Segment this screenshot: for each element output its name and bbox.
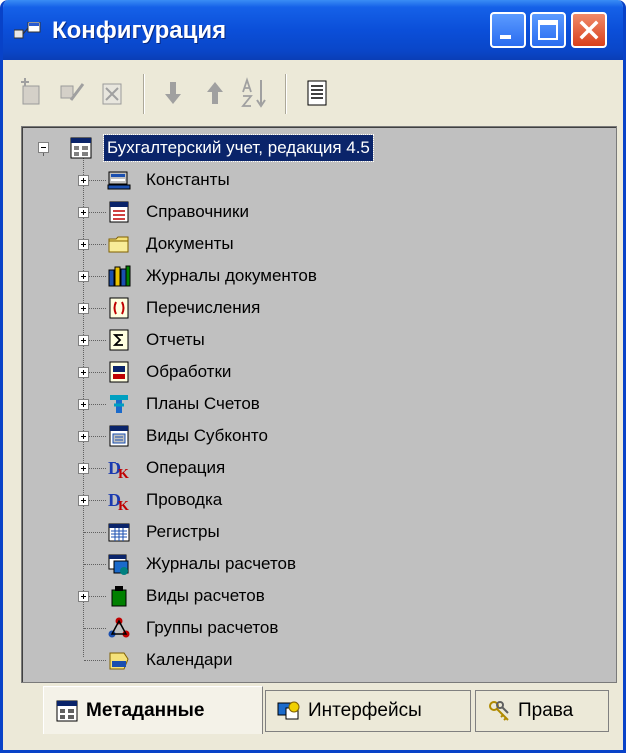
subconto-types-icon xyxy=(109,425,129,447)
tab-rights[interactable]: Права xyxy=(475,690,609,732)
metadata-tree: Бухгалтерский учет, редакция 4.5 Констан… xyxy=(22,127,616,682)
tree-expander[interactable] xyxy=(78,303,89,314)
tree-expander[interactable] xyxy=(78,495,89,506)
close-button[interactable] xyxy=(571,12,607,48)
operation-icon: DK xyxy=(108,458,129,481)
tree-item-label[interactable]: Журналы расчетов xyxy=(146,551,296,577)
tab-metadata[interactable]: Метаданные xyxy=(43,686,263,734)
configuration-app-icon xyxy=(14,22,41,39)
constants-icon xyxy=(107,171,131,190)
metadata-tab-icon xyxy=(56,700,78,721)
tree-expander[interactable] xyxy=(78,431,89,442)
tree-connector xyxy=(84,532,106,533)
tree-item-label[interactable]: Константы xyxy=(146,167,230,193)
delete-object-icon xyxy=(102,83,122,105)
sort-az-icon xyxy=(241,77,266,108)
minimize-button[interactable] xyxy=(490,12,526,48)
title-bar[interactable]: Конфигурация xyxy=(3,0,623,60)
calculation-types-icon xyxy=(111,586,127,607)
tree-item-label[interactable]: Журналы документов xyxy=(146,263,317,289)
tree-connector xyxy=(84,660,106,661)
document-journals-icon xyxy=(108,265,131,287)
tree-expander[interactable] xyxy=(78,239,89,250)
tree-item-label[interactable]: Перечисления xyxy=(146,295,260,321)
keys-tab-icon xyxy=(489,701,509,721)
move-up-button[interactable] xyxy=(199,76,231,110)
tree-expander[interactable] xyxy=(78,591,89,602)
calculation-groups-icon xyxy=(108,617,130,638)
toolbar-separator xyxy=(143,74,145,114)
tree-item-label[interactable]: Виды расчетов xyxy=(146,583,265,609)
delete-object-button[interactable] xyxy=(97,76,129,110)
toolbar xyxy=(17,72,607,118)
arrow-down-icon xyxy=(165,82,181,104)
tree-item-label[interactable]: Документы xyxy=(146,231,234,257)
close-icon xyxy=(579,20,599,40)
sort-button[interactable] xyxy=(239,76,271,110)
arrow-up-icon xyxy=(207,82,223,104)
svg-text:K: K xyxy=(118,499,129,513)
tree-item-label[interactable]: Календари xyxy=(146,647,232,673)
edit-object-button[interactable] xyxy=(57,76,89,110)
tree-item-label[interactable]: Отчеты xyxy=(146,327,205,353)
edit-object-icon xyxy=(60,83,85,101)
window-title: Конфигурация xyxy=(52,17,227,44)
tab-strip: Метаданные Интерфейсы Права xyxy=(21,686,615,736)
properties-icon xyxy=(307,80,327,106)
calculation-journals-icon xyxy=(108,554,129,575)
folder-icon xyxy=(108,236,129,253)
root-expander[interactable] xyxy=(38,142,49,153)
tree-item-label[interactable]: Планы Счетов xyxy=(146,391,260,417)
new-object-button[interactable] xyxy=(17,76,49,110)
calendars-icon xyxy=(109,652,129,670)
new-object-icon xyxy=(21,78,40,105)
processing-icon xyxy=(109,361,129,383)
maximize-button[interactable] xyxy=(530,12,566,48)
tree-expander[interactable] xyxy=(78,207,89,218)
tree-item-label[interactable]: Виды Субконто xyxy=(146,423,268,449)
tree-item-label[interactable]: Обработки xyxy=(146,359,231,385)
tree-connector xyxy=(84,564,106,565)
configuration-window: Конфигурация Бухгалтерский учет, редакци… xyxy=(0,0,626,753)
tree-expander[interactable] xyxy=(78,367,89,378)
catalogs-icon xyxy=(109,201,129,223)
configuration-root-icon xyxy=(70,137,92,159)
properties-button[interactable] xyxy=(301,76,333,110)
maximize-icon xyxy=(538,20,558,40)
move-down-button[interactable] xyxy=(157,76,189,110)
registers-icon xyxy=(108,523,130,542)
enumerations-icon xyxy=(109,297,129,319)
toolbar-separator xyxy=(285,74,287,114)
tree-item-label[interactable]: Группы расчетов xyxy=(146,615,278,641)
minimize-icon xyxy=(500,35,511,39)
metadata-tree-panel[interactable]: Бухгалтерский учет, редакция 4.5 Констан… xyxy=(21,126,617,683)
tree-expander[interactable] xyxy=(78,271,89,282)
tree-expander[interactable] xyxy=(78,463,89,474)
tree-connector xyxy=(84,628,106,629)
svg-text:K: K xyxy=(118,467,129,481)
tree-root-label[interactable]: Бухгалтерский учет, редакция 4.5 xyxy=(103,134,374,162)
tab-interfaces[interactable]: Интерфейсы xyxy=(265,690,471,732)
tree-expander[interactable] xyxy=(78,399,89,410)
tree-item-label[interactable]: Операция xyxy=(146,455,225,481)
tree-item-label[interactable]: Справочники xyxy=(146,199,249,225)
posting-icon: DK xyxy=(108,490,129,513)
tree-item-label[interactable]: Регистры xyxy=(146,519,220,545)
tree-expander[interactable] xyxy=(78,175,89,186)
interfaces-tab-icon xyxy=(277,701,300,720)
tree-expander[interactable] xyxy=(78,335,89,346)
tree-item-label[interactable]: Проводка xyxy=(146,487,222,513)
chart-of-accounts-icon xyxy=(110,395,128,413)
reports-icon xyxy=(109,329,129,351)
